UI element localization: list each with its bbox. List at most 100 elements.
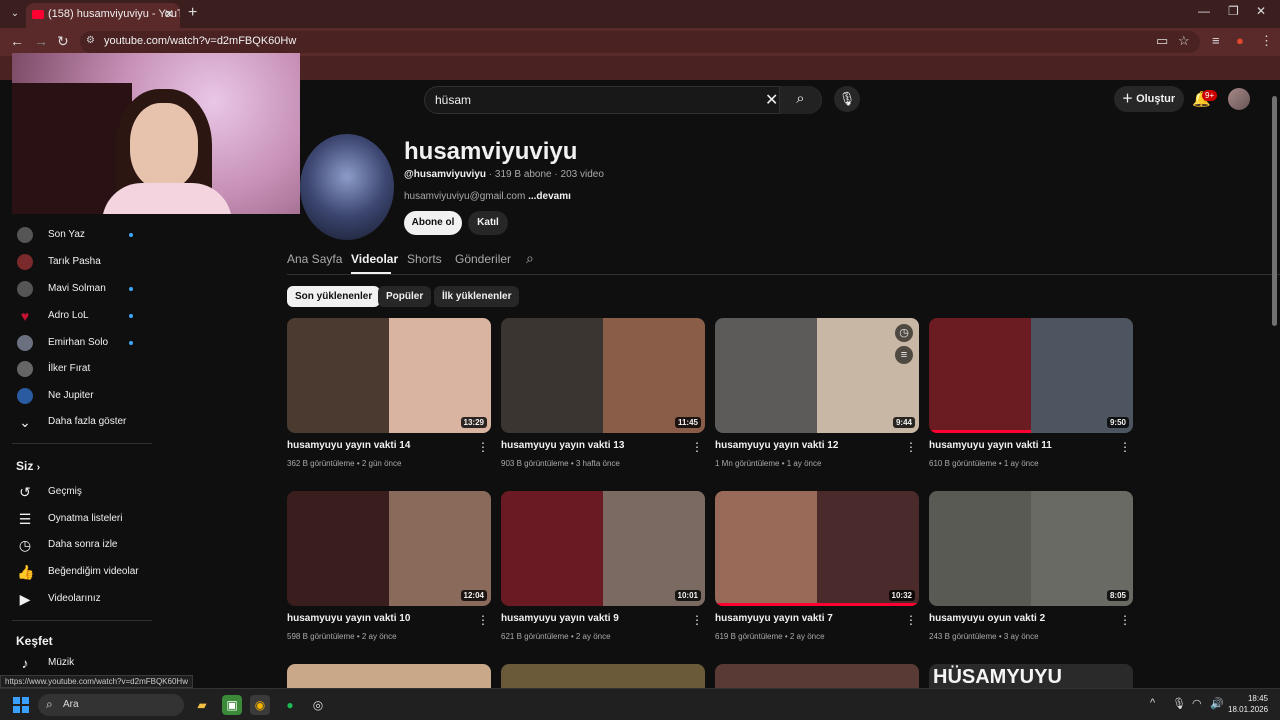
video-thumbnail[interactable]: 13:29 — [287, 318, 491, 433]
watch-later-icon[interactable]: ◷ — [895, 324, 913, 342]
video-title[interactable]: husamyuyu yayın vakti 13 — [501, 440, 624, 451]
more-options-icon[interactable]: ⋮ — [477, 440, 489, 454]
sidebar-item-playlists[interactable]: ☰ Oynatma listeleri — [0, 506, 152, 532]
description-more-link[interactable]: ...devamı — [528, 191, 571, 202]
new-tab-button[interactable]: + — [188, 4, 197, 22]
channel-description[interactable]: husamviyuviyu@gmail.com ...devamı — [404, 191, 571, 202]
video-thumbnail[interactable] — [287, 664, 491, 688]
streamer-body — [102, 183, 232, 214]
sidebar-item-subscription[interactable]: Mavi Solman — [0, 276, 152, 302]
chip-latest[interactable]: Son yüklenenler — [287, 286, 381, 307]
clear-search-icon[interactable]: ✕ — [765, 90, 778, 110]
chrome-icon[interactable]: ◉ — [250, 695, 270, 715]
site-info-icon[interactable]: ⚙ — [86, 35, 100, 49]
app-icon[interactable]: ◎ — [308, 695, 328, 715]
video-thumbnail[interactable] — [715, 664, 919, 688]
tab-shorts[interactable]: Shorts — [407, 252, 442, 266]
menu-icon[interactable]: ⋮ — [1260, 33, 1273, 49]
video-thumbnail[interactable]: 12:04 — [287, 491, 491, 606]
sidebar-item-label: Geçmiş — [48, 486, 82, 497]
spotify-icon[interactable]: ● — [280, 695, 300, 715]
address-bar[interactable]: ⚙ youtube.com/watch?v=d2mFBQK60Hw — [80, 31, 1200, 53]
taskbar-search[interactable]: ⌕ Ara — [38, 694, 184, 716]
chip-oldest[interactable]: İlk yüklenenler — [434, 286, 520, 307]
sidebar-item-liked-videos[interactable]: 👍 Beğendiğim videolar — [0, 559, 152, 585]
video-title[interactable]: husamyuyu yayın vakti 10 — [287, 613, 410, 624]
video-title[interactable]: husamyuyu oyun vakti 2 — [929, 613, 1045, 624]
tray-chevron-icon[interactable]: ^ — [1150, 697, 1155, 709]
more-options-icon[interactable]: ⋮ — [905, 613, 917, 627]
search-input[interactable]: hüsam — [435, 93, 471, 107]
video-title[interactable]: husamyuyu yayın vakti 11 — [929, 440, 1052, 451]
browser-tab[interactable]: (158) husamviyuviyu - YouTube ✕ — [26, 3, 180, 28]
video-title[interactable]: husamyuyu yayın vakti 12 — [715, 440, 838, 451]
sidebar-item-history[interactable]: ↺ Geçmiş — [0, 479, 152, 505]
restore-button[interactable]: ❐ — [1228, 4, 1239, 18]
search-icon[interactable]: ⌕ — [779, 86, 821, 114]
video-thumbnail[interactable] — [501, 664, 705, 688]
channel-avatar[interactable] — [300, 134, 394, 240]
tab-videos[interactable]: Videolar — [351, 252, 398, 266]
video-thumbnail[interactable]: 10:01 — [501, 491, 705, 606]
volume-icon[interactable]: 🔊 — [1210, 697, 1224, 710]
sidebar-item-your-videos[interactable]: ▶ Videolarınız — [0, 586, 152, 612]
video-thumbnail[interactable]: HÜSAMYUYU — [929, 664, 1133, 688]
scrollbar[interactable] — [1270, 82, 1280, 688]
chip-popular[interactable]: Popüler — [378, 286, 432, 307]
sidebar-item-subscription[interactable]: Son Yaz — [0, 222, 152, 248]
video-thumbnail[interactable]: 9:44 ◷ ≡ — [715, 318, 919, 433]
taskbar-clock[interactable]: 18:45 18.01.2026 — [1228, 693, 1268, 715]
reload-icon[interactable]: ↻ — [57, 33, 69, 50]
bookmark-star-icon[interactable]: ☆ — [1178, 33, 1190, 49]
search-box[interactable]: hüsam ✕ ⌕ — [424, 86, 822, 114]
more-options-icon[interactable]: ⋮ — [905, 440, 917, 454]
tab-posts[interactable]: Gönderiler — [455, 252, 511, 266]
sidebar-item-subscription[interactable]: Emirhan Solo — [0, 330, 152, 356]
video-thumbnail[interactable]: 9:50 — [929, 318, 1133, 433]
show-more-button[interactable]: ⌄ Daha fazla göster — [0, 409, 152, 435]
more-options-icon[interactable]: ⋮ — [477, 613, 489, 627]
thumbnail-right-half — [389, 491, 491, 606]
sidebar-item-watch-later[interactable]: ◷ Daha sonra izle — [0, 532, 152, 558]
close-tab-icon[interactable]: ✕ — [164, 3, 174, 25]
more-options-icon[interactable]: ⋮ — [1119, 613, 1131, 627]
forward-icon[interactable]: → — [34, 33, 48, 49]
more-options-icon[interactable]: ⋮ — [691, 613, 703, 627]
cast-icon[interactable]: ▭ — [1156, 33, 1168, 49]
profile-icon[interactable]: ● — [1236, 33, 1244, 48]
thumbnail-right-half — [1031, 491, 1133, 606]
sidebar-item-subscription[interactable]: İlker Fırat — [0, 356, 152, 382]
close-window-button[interactable]: ✕ — [1256, 4, 1266, 18]
join-button[interactable]: Katıl — [468, 211, 508, 235]
channel-search-icon[interactable]: ⌕ — [526, 250, 534, 267]
create-button[interactable]: ＋ Oluştur — [1114, 86, 1184, 112]
sidebar-item-subscription[interactable]: ♥ Adro LoL — [0, 303, 152, 329]
media-icon[interactable]: ≡ — [1212, 33, 1220, 48]
minimize-button[interactable]: — — [1198, 4, 1210, 18]
scrollbar-thumb[interactable] — [1272, 96, 1277, 326]
video-title[interactable]: husamyuyu yayın vakti 7 — [715, 613, 833, 624]
more-options-icon[interactable]: ⋮ — [1119, 440, 1131, 454]
tab-home[interactable]: Ana Sayfa — [287, 252, 342, 266]
voice-search-icon[interactable]: 🎙 — [834, 86, 860, 112]
tab-search-button[interactable]: ⌄ — [6, 5, 24, 23]
sidebar-item-subscription[interactable]: Tarık Pasha — [0, 249, 152, 275]
add-to-queue-icon[interactable]: ≡ — [895, 346, 913, 364]
video-thumbnail[interactable]: 8:05 — [929, 491, 1133, 606]
video-thumbnail[interactable]: 11:45 — [501, 318, 705, 433]
subscribe-button[interactable]: Abone ol — [404, 211, 462, 235]
wifi-icon[interactable]: ◠ — [1192, 697, 1202, 710]
more-options-icon[interactable]: ⋮ — [691, 440, 703, 454]
minecraft-icon[interactable]: ▣ — [222, 695, 242, 715]
back-icon[interactable]: ← — [10, 33, 24, 49]
windows-start-icon[interactable] — [13, 697, 29, 713]
video-title[interactable]: husamyuyu yayın vakti 14 — [287, 440, 410, 451]
sidebar-item-music[interactable]: ♪ Müzik — [0, 650, 152, 676]
account-avatar[interactable] — [1228, 88, 1250, 110]
you-section-heading[interactable]: Siz › — [16, 459, 40, 473]
file-explorer-icon[interactable]: ▰ — [192, 695, 212, 715]
video-thumbnail[interactable]: 10:32 — [715, 491, 919, 606]
video-title[interactable]: husamyuyu yayın vakti 9 — [501, 613, 619, 624]
sidebar-item-subscription[interactable]: Ne Jupiter — [0, 383, 152, 409]
microphone-icon[interactable]: 🎙 — [1172, 697, 1186, 710]
